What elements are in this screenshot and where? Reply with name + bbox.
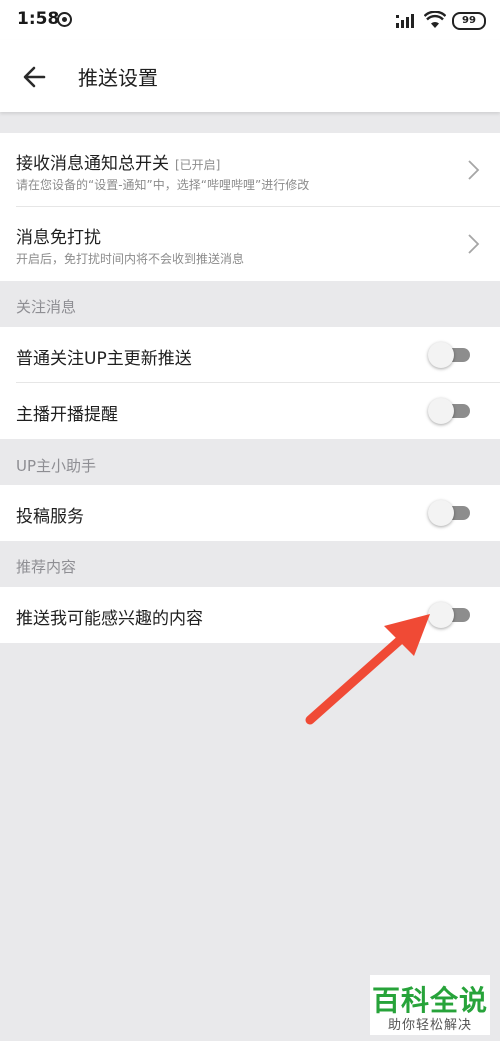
master-switch-row[interactable]: 接收消息通知总开关 [已开启] 请在您设备的“设置-通知”中，选择“哔哩哔哩”进行… [0,133,500,207]
red-arrow-icon [305,614,430,725]
wifi-icon [424,11,446,28]
follow-up-update-row: 普通关注UP主更新推送 [0,327,500,383]
notification-settings-group: 接收消息通知总开关 [已开启] 请在您设备的“设置-通知”中，选择“哔哩哔哩”进行… [0,133,500,281]
follow-up-update-toggle[interactable] [428,342,472,368]
follow-up-update-label: 普通关注UP主更新推送 [16,349,192,369]
section-header-follow: 关注消息 [16,298,77,316]
status-badge: [已开启] [175,158,221,172]
toggle-thumb [428,342,454,368]
recommend-content-label: 推送我可能感兴趣的内容 [16,609,203,629]
watermark-logo: 百科全说 助你轻松解决 [370,975,490,1035]
watermark-title: 百科全说 [371,984,488,1017]
signal-bars-icon [396,14,414,28]
watermark-subtitle: 助你轻松解决 [387,1018,472,1033]
section-header-up-helper: UP主小助手 [16,457,97,475]
submission-service-label: 投稿服务 [16,507,84,527]
live-reminder-toggle[interactable] [428,398,472,424]
battery-indicator: 99 [452,12,486,30]
toggle-thumb [428,398,454,424]
master-switch-subtitle: 请在您设备的“设置-通知”中，选择“哔哩哔哩”进行修改 [16,178,310,192]
section-header-recommend: 推荐内容 [16,558,77,576]
chevron-right-icon [468,160,480,180]
arrow-left-icon[interactable] [18,62,52,92]
master-switch-label: 接收消息通知总开关 [16,154,169,174]
do-not-disturb-subtitle: 开启后，免打扰时间内将不会收到推送消息 [16,252,245,266]
chevron-right-icon [468,234,480,254]
master-switch-title: 接收消息通知总开关 [已开启] [16,149,220,174]
page-title: 推送设置 [78,66,158,90]
submission-service-toggle[interactable] [428,500,472,526]
status-time: 1:58 [17,9,60,29]
submission-service-row: 投稿服务 [0,485,500,541]
live-reminder-row: 主播开播提醒 [0,383,500,439]
app-header: 推送设置 [0,40,500,112]
live-reminder-label: 主播开播提醒 [16,405,118,425]
netease-music-icon [57,12,72,27]
follow-group: 普通关注UP主更新推送 主播开播提醒 [0,327,500,439]
status-bar: 1:58 99 [0,0,500,40]
up-helper-group: 投稿服务 [0,485,500,541]
do-not-disturb-title: 消息免打扰 [16,228,101,248]
toggle-thumb [428,500,454,526]
do-not-disturb-row[interactable]: 消息免打扰 开启后，免打扰时间内将不会收到推送消息 [0,207,500,281]
